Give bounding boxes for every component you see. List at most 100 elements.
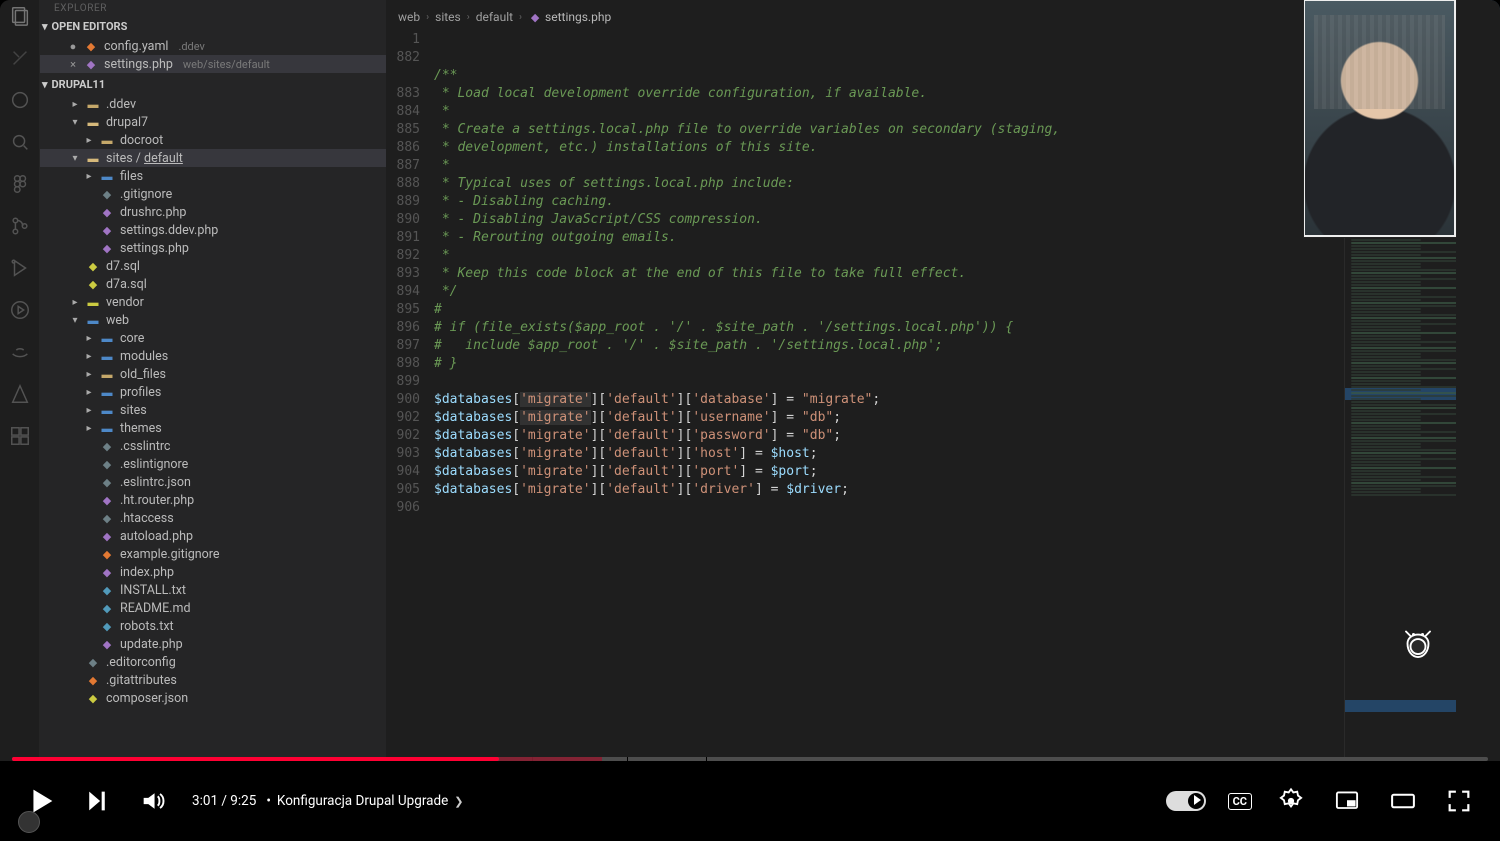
activity-bar <box>0 0 40 761</box>
folder-item[interactable]: ▸▬.ddev <box>40 95 386 113</box>
file-icon: ◆ <box>100 241 114 255</box>
file-hint: web/sites/default <box>183 58 270 71</box>
video-player: EXPLORER ▾ OPEN EDITORS ●◆config.yaml.dd… <box>0 0 1500 841</box>
file-item[interactable]: ◆d7.sql <box>40 257 386 275</box>
file-item[interactable]: ◆index.php <box>40 563 386 581</box>
source-control-icon[interactable] <box>8 214 32 238</box>
autoplay-toggle[interactable] <box>1166 791 1206 811</box>
file-item[interactable]: ◆.csslintrc <box>40 437 386 455</box>
file-item[interactable]: ◆robots.txt <box>40 617 386 635</box>
fullscreen-button[interactable] <box>1442 784 1476 818</box>
activity-icon[interactable] <box>8 340 32 364</box>
explorer-icon[interactable] <box>8 4 32 28</box>
channel-watermark[interactable] <box>1400 627 1436 663</box>
file-item[interactable]: ◆ INSTALL.txt <box>40 581 386 599</box>
close-icon[interactable]: × <box>68 58 78 71</box>
open-editors-section[interactable]: ▾ OPEN EDITORS <box>40 16 386 37</box>
run-debug-icon[interactable] <box>8 256 32 280</box>
file-icon: ◆ <box>100 223 114 237</box>
item-label: vendor <box>106 295 144 310</box>
folder-icon: ▬ <box>86 115 100 129</box>
folder-item[interactable]: ▸▬old_files <box>40 365 386 383</box>
folder-item[interactable]: ▾▬sites / default <box>40 149 386 167</box>
folder-item[interactable]: ▸▬profiles <box>40 383 386 401</box>
folder-icon: ▬ <box>100 133 114 147</box>
file-item[interactable]: ◆.gitignore <box>40 185 386 203</box>
open-editor-item[interactable]: ●◆config.yaml.ddev <box>40 37 386 55</box>
twisty-icon: ▸ <box>84 171 94 182</box>
file-icon: ◆ <box>100 493 114 507</box>
item-label: .eslintrc.json <box>120 475 191 490</box>
file-item[interactable]: ◆.eslintrc.json <box>40 473 386 491</box>
activity-icon[interactable] <box>8 46 32 70</box>
folder-item[interactable]: ▸▬docroot <box>40 131 386 149</box>
code-body[interactable]: /** * Load local development override co… <box>432 31 1344 762</box>
editor-area: web › sites › default › ◆ settings.php 1… <box>386 0 1344 761</box>
item-label: .gitattributes <box>106 673 177 688</box>
breadcrumb[interactable]: web › sites › default › ◆ settings.php <box>386 6 1344 31</box>
breadcrumb-item[interactable]: sites <box>435 10 461 24</box>
breadcrumb-item[interactable]: ◆ settings.php <box>528 10 611 25</box>
item-label: autoload.php <box>120 529 193 544</box>
file-item[interactable]: ◆update.php <box>40 635 386 653</box>
folder-item[interactable]: ▸▬core <box>40 329 386 347</box>
folder-item[interactable]: ▸▬sites <box>40 401 386 419</box>
file-item[interactable]: ◆.ht.router.php <box>40 491 386 509</box>
chevron-right-icon: ❯ <box>454 795 463 808</box>
next-button[interactable] <box>80 784 114 818</box>
chevron-right-icon: › <box>467 12 470 23</box>
item-label: modules <box>120 349 168 364</box>
activity-icon[interactable] <box>8 88 32 112</box>
folder-item[interactable]: ▾▬drupal7 <box>40 113 386 131</box>
folder-item[interactable]: ▸▬vendor <box>40 293 386 311</box>
code-editor[interactable]: 1882883884885886887888889890891892893894… <box>386 31 1344 762</box>
item-label: files <box>120 169 143 184</box>
folder-icon: ▬ <box>86 313 100 327</box>
presenter-pip <box>1304 0 1456 237</box>
file-item[interactable]: ◆settings.php <box>40 239 386 257</box>
search-icon[interactable] <box>8 130 32 154</box>
breadcrumb-item[interactable]: web <box>398 10 420 24</box>
modified-dot-icon[interactable]: ● <box>68 40 78 53</box>
breadcrumb-item[interactable]: default <box>476 10 513 24</box>
file-item[interactable]: ◆d7a.sql <box>40 275 386 293</box>
file-item[interactable]: ◆example.gitignore <box>40 545 386 563</box>
file-item[interactable]: ◆.editorconfig <box>40 653 386 671</box>
activity-icon[interactable] <box>8 298 32 322</box>
theater-button[interactable] <box>1386 784 1420 818</box>
file-item[interactable]: ◆README.md <box>40 599 386 617</box>
time-display: 3:01 / 9:25 • Konfiguracja Drupal Upgrad… <box>192 793 464 809</box>
file-item[interactable]: ◆.gitattributes <box>40 671 386 689</box>
file-item[interactable]: ◆settings.ddev.php <box>40 221 386 239</box>
file-item[interactable]: ◆composer.json <box>40 689 386 707</box>
folder-item[interactable]: ▸▬files <box>40 167 386 185</box>
extensions-icon[interactable] <box>8 424 32 448</box>
file-hint: .ddev <box>178 40 204 53</box>
folder-item[interactable]: ▸▬modules <box>40 347 386 365</box>
file-icon: ◆ <box>84 39 98 53</box>
item-label: INSTALL.txt <box>120 583 186 598</box>
item-label: old_files <box>120 367 166 382</box>
chapter-button[interactable]: • Konfiguracja Drupal Upgrade ❯ <box>266 793 463 809</box>
file-item[interactable]: ◆drushrc.php <box>40 203 386 221</box>
file-icon: ◆ <box>100 583 114 597</box>
folder-item[interactable]: ▾▬web <box>40 311 386 329</box>
file-icon: ◆ <box>100 601 114 615</box>
miniplayer-button[interactable] <box>1330 784 1364 818</box>
item-label: update.php <box>120 637 183 652</box>
chevron-right-icon: › <box>426 12 429 23</box>
volume-button[interactable] <box>136 784 170 818</box>
folder-item[interactable]: ▸▬themes <box>40 419 386 437</box>
file-item[interactable]: ◆ autoload.php <box>40 527 386 545</box>
account-avatar[interactable] <box>18 811 40 833</box>
figma-icon[interactable] <box>8 172 32 196</box>
activity-icon[interactable] <box>8 382 32 406</box>
open-editor-item[interactable]: ×◆settings.phpweb/sites/default <box>40 55 386 73</box>
file-icon: ◆ <box>100 619 114 633</box>
settings-button[interactable] <box>1274 784 1308 818</box>
captions-button[interactable]: CC <box>1228 793 1252 810</box>
file-icon: ◆ <box>100 529 114 543</box>
file-item[interactable]: ◆.htaccess <box>40 509 386 527</box>
file-item[interactable]: ◆.eslintignore <box>40 455 386 473</box>
workspace-root[interactable]: ▾ DRUPAL11 <box>40 74 386 95</box>
